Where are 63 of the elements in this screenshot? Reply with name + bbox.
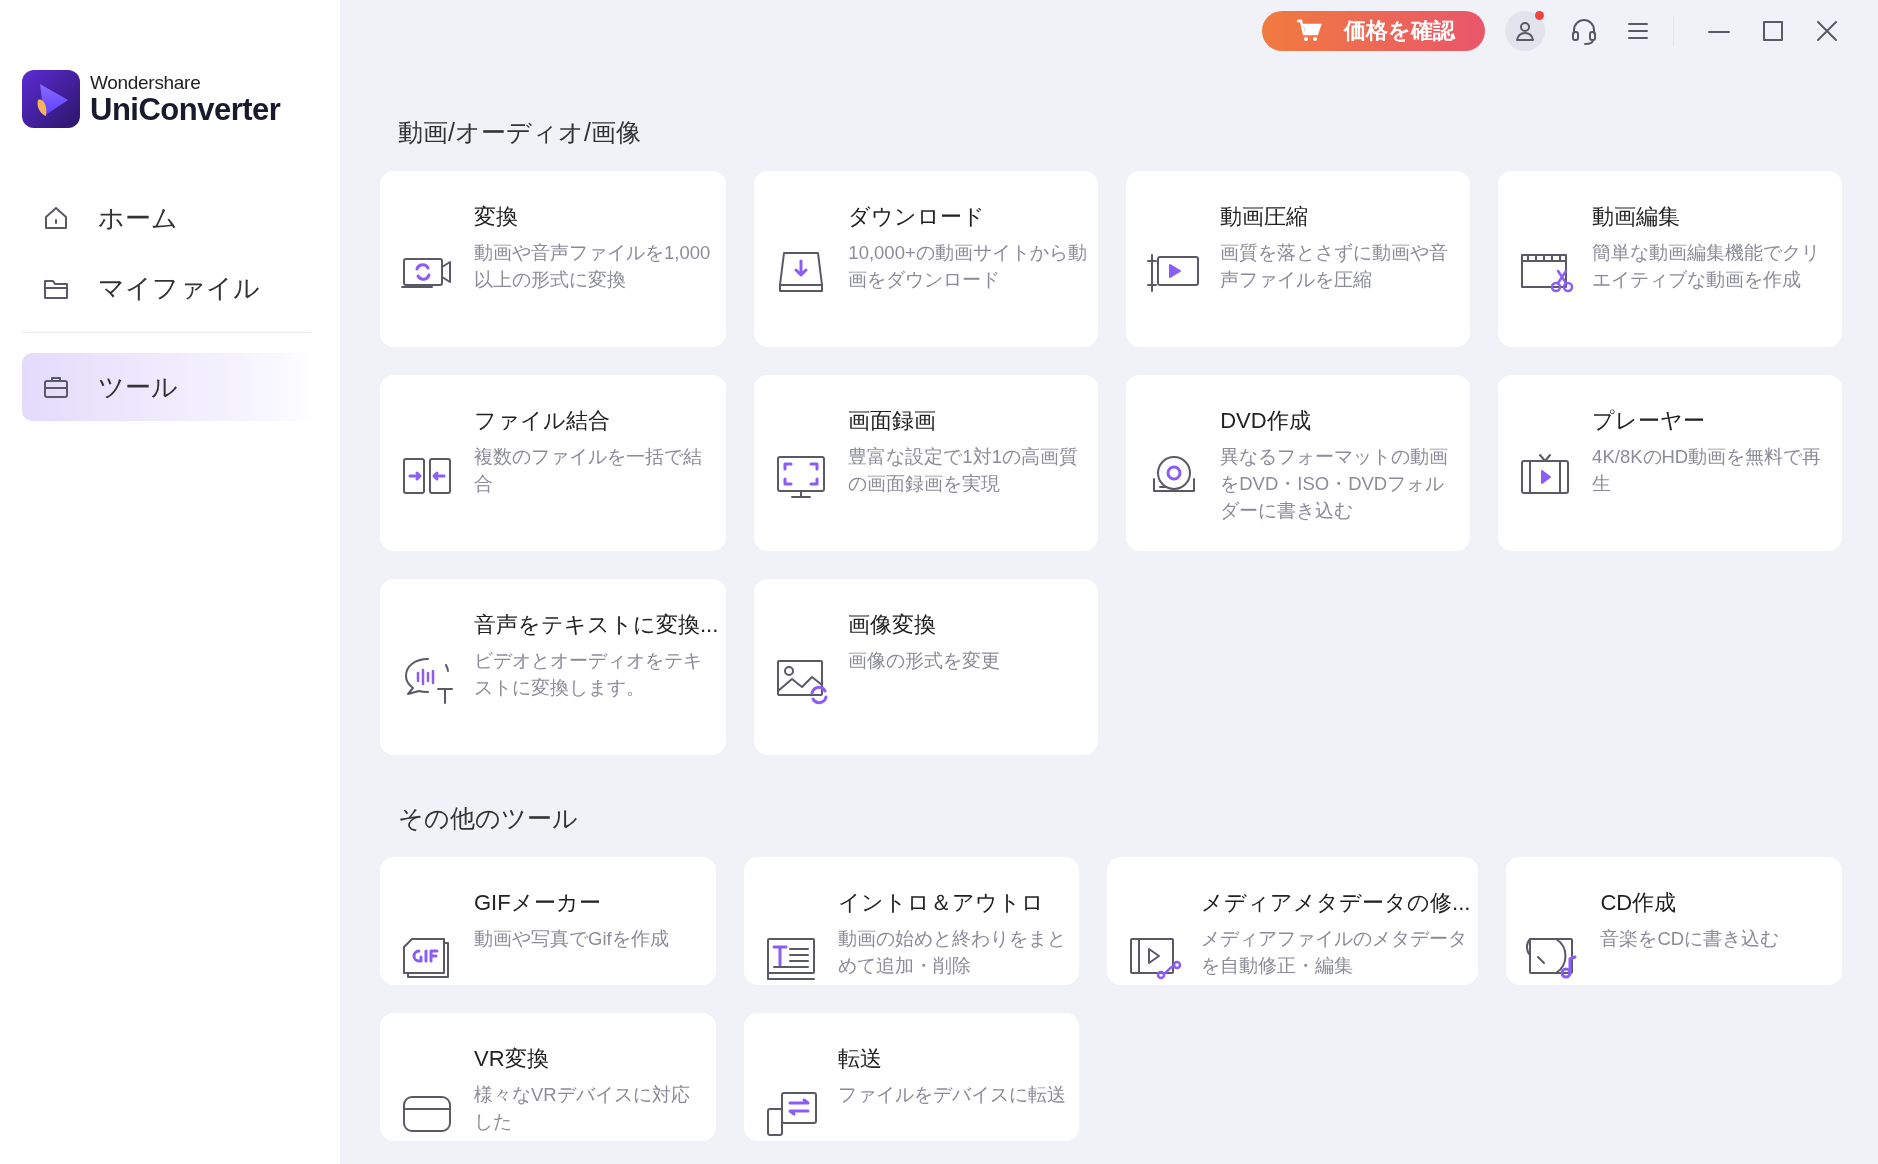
tool-card[interactable]: 画面録画 豊富な設定で1対1の高画質の画面録画を実現	[754, 375, 1099, 551]
tool-title: GIFメーカー	[474, 889, 602, 917]
tool-title: プレーヤー	[1592, 407, 1707, 435]
tool-title: ダウンロード	[848, 203, 987, 231]
tool-description: ビデオとオーディオをテキストに変換します。	[474, 649, 703, 700]
tool-card[interactable]: 音声をテキストに変換... ビデオとオーディオをテキストに変換します。	[380, 579, 727, 755]
tool-card[interactable]: ダウンロード 10,000+の動画サイトから動画をダウンロード	[754, 171, 1099, 347]
tool-card[interactable]: GIFメーカー 動画や写真でGifを作成	[380, 857, 716, 985]
tool-description: 動画の始めと終わりをまとめて追加・削除	[837, 927, 1067, 978]
tool-description: 画像の形式を変更	[848, 649, 1002, 673]
tool-card[interactable]: 動画編集 簡単な動画編集機能でクリエイティブな動画を作成	[1498, 171, 1842, 347]
tool-title: CD作成	[1600, 889, 1678, 917]
tool-card[interactable]: プレーヤー 4K/8KのHD動画を無料で再生	[1498, 375, 1842, 551]
cart-icon	[1296, 19, 1322, 43]
tool-description: 10,000+の動画サイトから動画をダウンロード	[848, 241, 1088, 292]
tool-title: 変換	[474, 203, 519, 231]
tool-card[interactable]: DVD作成 異なるフォーマットの動画をDVD・ISO・DVDフォルダーに書き込む	[1126, 375, 1471, 551]
tool-title: 動画編集	[1592, 203, 1682, 231]
tool-description: 画質を落とさずに動画や音声ファイルを圧縮	[1220, 241, 1450, 292]
sidebar-item-label: マイファイル	[98, 271, 260, 305]
logo-icon	[22, 70, 80, 128]
tool-card[interactable]: 転送 ファイルをデバイスに転送	[743, 1013, 1080, 1141]
sidebar-item-label: ツール	[98, 370, 178, 404]
sidebar-item[interactable]: ホーム	[22, 188, 318, 248]
tool-title: 転送	[837, 1045, 883, 1073]
tool-description: 簡単な動画編集機能でクリエイティブな動画を作成	[1592, 241, 1822, 292]
tool-title: VR変換	[474, 1045, 550, 1073]
tool-card[interactable]: ファイル結合 複数のファイルを一括で結合	[380, 375, 727, 551]
user-icon	[1514, 20, 1536, 42]
sidebar-item[interactable]: マイファイル	[22, 258, 318, 318]
section-title: 動画/オーディオ/画像	[398, 117, 642, 147]
sidebar-item-label: ホーム	[98, 201, 178, 235]
app-name: UniConverter	[90, 94, 281, 125]
tool-description: メディアファイルのメタデータを自動修正・編集	[1201, 927, 1469, 978]
account-button[interactable]	[1505, 11, 1545, 51]
tool-description: 豊富な設定で1対1の高画質の画面録画を実現	[848, 445, 1079, 496]
tool-title: DVD作成	[1220, 407, 1312, 435]
tool-card[interactable]: イントロ＆アウトロ 動画の始めと終わりをまとめて追加・削除	[743, 857, 1080, 985]
tool-title: 動画圧縮	[1220, 203, 1310, 231]
tool-title: イントロ＆アウトロ	[837, 889, 1045, 917]
tool-title: 画像変換	[848, 611, 938, 639]
tool-card[interactable]: CD作成 音楽をCDに書き込む	[1506, 857, 1842, 985]
tool-title: メディアメタデータの修...	[1201, 889, 1471, 917]
tool-title: 画面録画	[848, 407, 938, 435]
brand-name: Wondershare	[90, 73, 202, 92]
tool-description: 複数のファイルを一括で結合	[474, 445, 703, 496]
tool-title: 音声をテキストに変換...	[474, 611, 719, 639]
tool-title: ファイル結合	[474, 407, 611, 435]
tool-description: 動画や写真でGifを作成	[474, 927, 670, 951]
tool-description: 動画や音声ファイルを1,000以上の形式に変換	[474, 241, 712, 292]
tool-description: 様々なVRデバイスに対応した	[474, 1083, 691, 1134]
tool-card[interactable]: VR変換 様々なVRデバイスに対応した	[380, 1013, 716, 1141]
home-icon	[42, 204, 70, 232]
tool-description: 音楽をCDに書き込む	[1600, 927, 1781, 951]
tool-card[interactable]: 画像変換 画像の形式を変更	[754, 579, 1099, 755]
tool-card[interactable]: メディアメタデータの修... メディアファイルのメタデータを自動修正・編集	[1107, 857, 1479, 985]
tool-card[interactable]: 動画圧縮 画質を落とさずに動画や音声ファイルを圧縮	[1126, 171, 1471, 347]
tool-description: ファイルをデバイスに転送	[837, 1083, 1067, 1107]
tool-card[interactable]: 変換 動画や音声ファイルを1,000以上の形式に変換	[380, 171, 727, 347]
tool-description: 異なるフォーマットの動画をDVD・ISO・DVDフォルダーに書き込む	[1220, 445, 1450, 523]
section-title: その他のツール	[398, 803, 579, 833]
headset-icon[interactable]	[1569, 16, 1599, 46]
tool-description: 4K/8KのHD動画を無料で再生	[1592, 445, 1823, 496]
